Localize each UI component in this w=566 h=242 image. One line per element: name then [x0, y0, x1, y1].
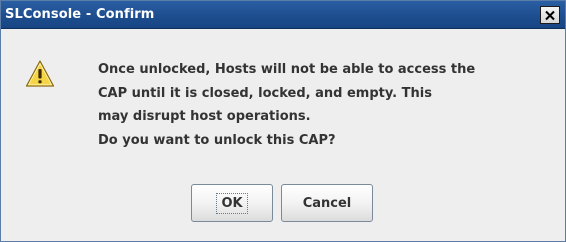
- message-line: CAP until it is closed, locked, and empt…: [98, 85, 432, 101]
- button-row: OK Cancel: [1, 184, 565, 224]
- confirm-dialog: SLConsole - Confirm Once unlocked, Hosts…: [0, 0, 566, 242]
- confirm-message: Once unlocked, Hosts will not be able to…: [98, 58, 560, 152]
- dialog-body: Once unlocked, Hosts will not be able to…: [1, 30, 565, 241]
- message-line: Once unlocked, Hosts will not be able to…: [98, 62, 476, 77]
- warning-icon: [25, 59, 55, 89]
- title-bar[interactable]: SLConsole - Confirm: [1, 1, 565, 29]
- window-title: SLConsole - Confirm: [5, 7, 155, 22]
- message-line: may disrupt host operations.: [98, 109, 311, 124]
- close-icon: [544, 10, 556, 21]
- message-line: Do you want to unlock this CAP?: [98, 132, 336, 148]
- cancel-button[interactable]: Cancel: [281, 184, 373, 222]
- ok-button-label: OK: [216, 192, 248, 214]
- ok-button[interactable]: OK: [191, 184, 273, 222]
- close-button[interactable]: [540, 6, 560, 24]
